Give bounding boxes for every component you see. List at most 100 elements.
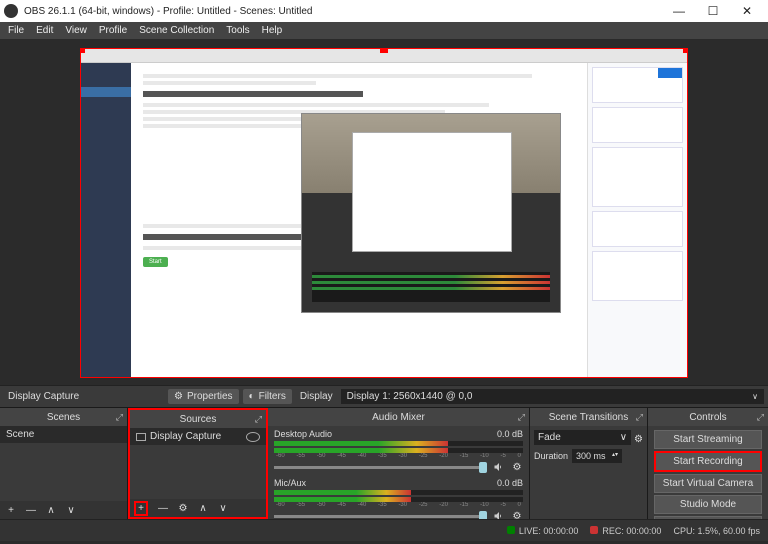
- source-properties-button[interactable]: ⚙: [176, 503, 190, 514]
- channel-gear-icon[interactable]: ⚙: [511, 462, 523, 473]
- start-streaming-button[interactable]: Start Streaming: [654, 430, 762, 449]
- dock-popout-icon[interactable]: ⤢: [518, 412, 525, 423]
- menu-file[interactable]: File: [8, 25, 24, 36]
- filters-button[interactable]: ◐ Filters: [243, 389, 292, 404]
- speaker-icon[interactable]: [493, 461, 505, 473]
- menu-profile[interactable]: Profile: [99, 25, 127, 36]
- source-item[interactable]: Display Capture: [130, 428, 266, 445]
- filters-label: Filters: [259, 391, 286, 402]
- mixer-channel-mic-aux: Mic/Aux 0.0 dB -60-55-50-45-40-35-30-25-…: [268, 475, 529, 519]
- rec-indicator-icon: [590, 526, 598, 534]
- dock-popout-icon[interactable]: ⤢: [757, 412, 764, 423]
- sources-list[interactable]: Display Capture: [130, 428, 266, 499]
- sources-footer: + — ⚙ ∧ ∨: [130, 499, 266, 517]
- spinner-arrows-icon[interactable]: ▴▾: [612, 451, 618, 461]
- filters-icon: ◐: [249, 391, 255, 402]
- preview-area[interactable]: Start: [0, 40, 768, 385]
- statusbar: LIVE: 00:00:00 REC: 00:00:00 CPU: 1.5%, …: [0, 519, 768, 541]
- window-minimize-button[interactable]: —: [662, 4, 696, 18]
- transitions-body: Fade ∨ ⚙ Duration 300 ms ▴▾: [530, 426, 647, 519]
- transition-type-value: Fade: [538, 432, 561, 443]
- source-remove-button[interactable]: —: [156, 503, 170, 514]
- transition-type-select[interactable]: Fade ∨: [534, 430, 631, 445]
- sources-header: Sources ⤢: [130, 410, 266, 428]
- studio-mode-button[interactable]: Studio Mode: [654, 495, 762, 514]
- captured-nested-obs: [301, 113, 561, 313]
- scene-remove-button[interactable]: —: [24, 505, 38, 516]
- audio-meter: [274, 441, 523, 446]
- transitions-title: Scene Transitions: [549, 412, 629, 423]
- channel-level: 0.0 dB: [497, 429, 523, 439]
- volume-slider[interactable]: ⚙: [274, 462, 523, 472]
- captured-wp-sidebar: [81, 63, 131, 377]
- menu-help[interactable]: Help: [262, 25, 283, 36]
- source-item-label: Display Capture: [150, 431, 221, 442]
- mixer-channel-desktop-audio: Desktop Audio 0.0 dB -60-55-50-45-40-35-…: [268, 426, 529, 475]
- scenes-list[interactable]: Scene: [0, 426, 127, 501]
- transitions-dock: Scene Transitions ⤢ Fade ∨ ⚙ Duration 30…: [530, 408, 648, 519]
- mixer-body: Desktop Audio 0.0 dB -60-55-50-45-40-35-…: [268, 426, 529, 519]
- resize-handle-top[interactable]: [380, 48, 388, 53]
- duration-spinner[interactable]: 300 ms ▴▾: [572, 449, 622, 463]
- preview-canvas[interactable]: Start: [80, 48, 688, 378]
- dock-popout-icon[interactable]: ⤢: [255, 414, 262, 425]
- source-up-button[interactable]: ∧: [196, 503, 210, 514]
- meter-ticks: -60-55-50-45-40-35-30-25-20-15-10-50: [274, 453, 523, 461]
- menu-scene-collection[interactable]: Scene Collection: [139, 25, 214, 36]
- transition-gear-icon[interactable]: ⚙: [634, 434, 643, 445]
- captured-wp-sidebar-right: [587, 63, 687, 377]
- chevron-down-icon: ∨: [752, 392, 758, 401]
- dock-popout-icon[interactable]: ⤢: [116, 412, 123, 423]
- status-cpu: CPU: 1.5%, 60.00 fps: [673, 526, 760, 536]
- audio-meter: [274, 448, 523, 453]
- chevron-down-icon: ∨: [620, 432, 627, 443]
- live-indicator-icon: [507, 526, 515, 534]
- captured-content: Start: [131, 63, 587, 377]
- menu-edit[interactable]: Edit: [36, 25, 53, 36]
- transitions-header: Scene Transitions ⤢: [530, 408, 647, 426]
- display-select[interactable]: Display 1: 2560x1440 @ 0,0 ∨: [341, 389, 764, 404]
- window-close-button[interactable]: ✕: [730, 4, 764, 18]
- controls-dock: Controls ⤢ Start Streaming Start Recordi…: [648, 408, 768, 519]
- window-maximize-button[interactable]: ☐: [696, 4, 730, 18]
- meter-ticks: -60-55-50-45-40-35-30-25-20-15-10-50: [274, 502, 523, 510]
- scene-up-button[interactable]: ∧: [44, 505, 58, 516]
- channel-gear-icon[interactable]: ⚙: [511, 511, 523, 520]
- selected-source-name: Display Capture: [4, 391, 164, 402]
- status-live: LIVE: 00:00:00: [507, 526, 579, 536]
- properties-button[interactable]: ⚙ Properties: [168, 389, 239, 404]
- settings-button[interactable]: Settings: [654, 516, 762, 519]
- properties-label: Properties: [187, 391, 233, 402]
- start-recording-button[interactable]: Start Recording: [654, 451, 762, 472]
- scenes-header: Scenes ⤢: [0, 408, 127, 426]
- scenes-title: Scenes: [47, 412, 80, 423]
- obs-logo-icon: [4, 4, 18, 18]
- resize-handle-tr[interactable]: [683, 48, 688, 53]
- resize-handle-tl[interactable]: [80, 48, 85, 53]
- display-label: Display: [296, 391, 337, 402]
- source-toolbar: Display Capture ⚙ Properties ◐ Filters D…: [0, 385, 768, 407]
- dock-popout-icon[interactable]: ⤢: [636, 412, 643, 423]
- audio-meter: [274, 490, 523, 495]
- slider-thumb[interactable]: [479, 511, 487, 520]
- menubar: File Edit View Profile Scene Collection …: [0, 22, 768, 40]
- source-add-button[interactable]: +: [134, 501, 148, 516]
- channel-name: Desktop Audio: [274, 429, 332, 439]
- scene-item[interactable]: Scene: [0, 426, 127, 443]
- slider-thumb[interactable]: [479, 462, 487, 473]
- mixer-title: Audio Mixer: [372, 412, 425, 423]
- visibility-toggle-icon[interactable]: [246, 432, 260, 442]
- start-virtual-camera-button[interactable]: Start Virtual Camera: [654, 474, 762, 493]
- duration-value: 300 ms: [576, 451, 606, 461]
- scenes-dock: Scenes ⤢ Scene + — ∧ ∨: [0, 408, 128, 519]
- scene-down-button[interactable]: ∨: [64, 505, 78, 516]
- source-down-button[interactable]: ∨: [216, 503, 230, 514]
- transition-duration-row: Duration 300 ms ▴▾: [534, 449, 643, 463]
- volume-slider[interactable]: ⚙: [274, 511, 523, 519]
- speaker-icon[interactable]: [493, 510, 505, 519]
- controls-body: Start Streaming Start Recording Start Vi…: [648, 426, 768, 519]
- menu-view[interactable]: View: [65, 25, 87, 36]
- scene-add-button[interactable]: +: [4, 505, 18, 516]
- window-titlebar: OBS 26.1.1 (64-bit, windows) - Profile: …: [0, 0, 768, 22]
- menu-tools[interactable]: Tools: [226, 25, 249, 36]
